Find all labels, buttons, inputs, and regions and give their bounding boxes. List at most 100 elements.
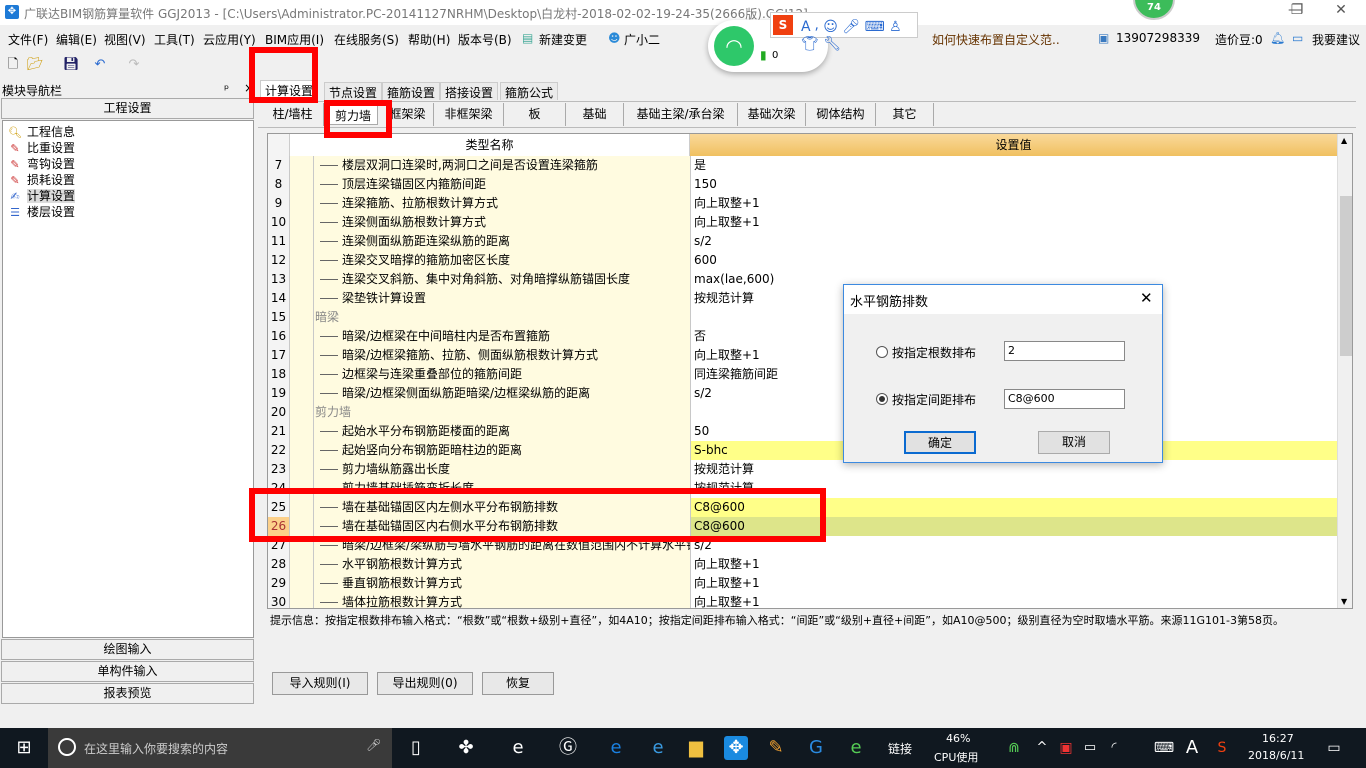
table-row[interactable]: 30 墙体拉筋根数计算方式 向上取整+1 [268,593,1337,608]
keyboard-icon[interactable]: ⌨ [1152,736,1176,760]
sogou-tray-icon[interactable]: S [1210,736,1234,760]
col-header-value[interactable]: 设置值 [690,134,1337,156]
nav-item-weight[interactable]: ✎ 比重设置 [7,139,75,155]
link-toolbar[interactable]: 链接 [888,740,912,757]
table-row[interactable]: 13 连梁交叉斜筋、集中对角斜筋、对角暗撑纵筋锚固长度 max(lae,600) [268,270,1337,289]
menu-version[interactable]: 版本号(B) [458,31,512,48]
spacing-input[interactable]: C8@600 [1004,389,1125,409]
wifi-tray-icon[interactable]: ⋒ [1002,736,1026,760]
table-row[interactable]: 29 垂直钢筋根数计算方式 向上取整+1 [268,574,1337,593]
table-row[interactable]: 8 顶层连梁锚固区内箍筋间距 150 [268,175,1337,194]
notification-icon[interactable]: ▭ [1322,736,1346,760]
table-row[interactable]: 10 连梁侧面纵筋根数计算方式 向上取整+1 [268,213,1337,232]
close-button[interactable]: ✕ [1326,2,1356,22]
setting-value[interactable]: 向上取整+1 [690,555,1337,574]
maximize-button[interactable]: ❐ [1282,2,1312,22]
nav-item-loss[interactable]: ✎ 损耗设置 [7,171,75,187]
menu-help[interactable]: 帮助(H) [408,31,450,48]
tray-expand-icon[interactable]: ^ [1030,736,1054,760]
tab-node-settings[interactable]: 节点设置 [324,82,383,100]
count-input[interactable]: 2 [1004,341,1125,361]
subtab-column[interactable]: 柱/墙柱 [262,103,324,126]
tab-lap-settings[interactable]: 搭接设置 [440,82,499,100]
subtab-slab[interactable]: 板 [504,103,566,126]
sogou-icon[interactable]: S [773,15,793,35]
table-row[interactable]: 21 起始水平分布钢筋距楼面的距离 50 [268,422,1337,441]
table-row[interactable]: 12 连梁交叉暗撑的箍筋加密区长度 600 [268,251,1337,270]
dialog-close-icon[interactable]: ✕ [1140,289,1153,307]
ie-app-icon[interactable]: e [506,736,530,760]
restore-button[interactable]: 恢复 [482,672,554,695]
menu-tools[interactable]: 工具(T) [154,31,195,48]
pin-icon[interactable]: ᵖ [224,82,229,96]
export-rules-button[interactable]: 导出规则(0) [377,672,473,695]
subtab-foundation[interactable]: 基础 [566,103,624,126]
menu-file[interactable]: 文件(F) [8,31,48,48]
bell-icon[interactable]: 🔔︎ [1270,31,1285,45]
table-row[interactable]: 7 楼层双洞口连梁时,两洞口之间是否设置连梁箍筋是 [268,156,1337,175]
table-row[interactable]: 11 连梁侧面纵筋距连梁纵筋的距离 s/2 [268,232,1337,251]
undo-icon[interactable]: ↶ [92,57,108,73]
redo-icon[interactable]: ↷ [126,57,142,73]
network-tray-icon[interactable]: ◜ [1102,736,1126,760]
cancel-button[interactable]: 取消 [1038,431,1110,454]
green-browser-icon[interactable]: e [844,736,868,760]
open-folder-icon[interactable]: 📂︎ [27,57,44,73]
glodon-app-icon[interactable]: ✥ [724,736,748,760]
nav-item-hook[interactable]: ✎ 弯钩设置 [7,155,75,171]
table-row[interactable]: 19 暗梁/边框梁侧面纵筋距暗梁/边框梁纵筋的距离 s/2 [268,384,1337,403]
table-row[interactable]: 28 水平钢筋根数计算方式 向上取整+1 [268,555,1337,574]
setting-value[interactable]: 向上取整+1 [690,194,1337,213]
table-row[interactable]: 14 梁垫铁计算设置 按规范计算 [268,289,1337,308]
nav-item-project-info[interactable]: 🔍︎ 工程信息 [7,123,75,139]
g-app-icon[interactable]: G [804,736,828,760]
nav-item-floor[interactable]: ☰ 楼层设置 [7,203,75,219]
import-rules-button[interactable]: 导入规则(I) [272,672,368,695]
menu-online[interactable]: 在线服务(S) [334,31,399,48]
setting-value[interactable]: 600 [690,251,1337,270]
subtab-other[interactable]: 其它 [876,103,934,126]
radio-by-spacing[interactable] [876,393,888,405]
menu-guangxiaoer[interactable]: 广小二 [624,31,660,48]
table-row[interactable]: 23 剪力墙纵筋露出长度 按规范计算 [268,460,1337,479]
menu-edit[interactable]: 编辑(E) [56,31,97,48]
clock-date[interactable]: 2018/6/11 [1248,749,1304,762]
scroll-thumb[interactable] [1340,196,1352,356]
tab-stirrup-formula[interactable]: 箍筋公式 [500,82,559,100]
taskbar-search[interactable]: 在这里输入你要搜索的内容 🎤︎ [48,728,392,768]
table-row[interactable]: 9 连梁箍筋、拉筋根数计算方式 向上取整+1 [268,194,1337,213]
tab-stirrup-settings[interactable]: 箍筋设置 [382,82,441,100]
browser-app-icon[interactable]: Ⓖ [556,736,580,760]
new-file-icon[interactable]: 🗋 [5,57,21,73]
subtab-masonry[interactable]: 砌体结构 [806,103,876,126]
ime-indicator[interactable]: A [1180,736,1204,760]
notes-app-icon[interactable]: ✎ [764,736,788,760]
section-project-settings[interactable]: 工程设置 [1,98,254,119]
table-row[interactable]: 18 边框梁与连梁重叠部位的箍筋间距 同连梁箍筋间距 [268,365,1337,384]
nav-item-calc[interactable]: ✍ 计算设置 [7,187,76,203]
menu-cloud[interactable]: 云应用(Y) [203,31,256,48]
nav-drawing-input[interactable]: 绘图输入 [1,639,254,660]
subtab-foundation-main-beam[interactable]: 基础主梁/承台梁 [624,103,738,126]
suggest-link[interactable]: 我要建议 [1312,31,1360,48]
clock-time[interactable]: 16:27 [1262,732,1294,745]
ime-mode-icon[interactable]: A ⸴ ☺ 🎤︎ ⌨ ♙ 👕︎ 🔧︎ [801,17,917,52]
cart-tray-icon[interactable]: ▣ [1054,736,1078,760]
subtab-foundation-secondary-beam[interactable]: 基础次梁 [738,103,806,126]
menu-bim[interactable]: BIM应用(I) [265,31,324,48]
microphone-icon[interactable]: 🎤︎ [366,738,381,752]
edge-icon[interactable]: e [604,736,628,760]
setting-value[interactable]: 150 [690,175,1337,194]
table-row[interactable]: 15 −暗梁 [268,308,1337,327]
task-view-icon[interactable]: ▯ [404,736,428,760]
file-explorer-icon[interactable]: ▆ [684,736,708,760]
table-row[interactable]: 22 起始竖向分布钢筋距暗柱边的距离 S-bhc [268,441,1337,460]
setting-value[interactable]: 向上取整+1 [690,213,1337,232]
table-row[interactable]: 16 暗梁/边框梁在中间暗柱内是否布置箍筋否 [268,327,1337,346]
windows-start-icon[interactable]: ⊞ [12,736,36,760]
subtab-nonframe-beam[interactable]: 非框架梁 [434,103,504,126]
setting-value[interactable]: 是 [690,156,1337,175]
setting-value[interactable]: s/2 [690,232,1337,251]
news-link[interactable]: 如何快速布置自定义范.. [932,31,1060,48]
setting-value[interactable]: 向上取整+1 [690,593,1337,608]
